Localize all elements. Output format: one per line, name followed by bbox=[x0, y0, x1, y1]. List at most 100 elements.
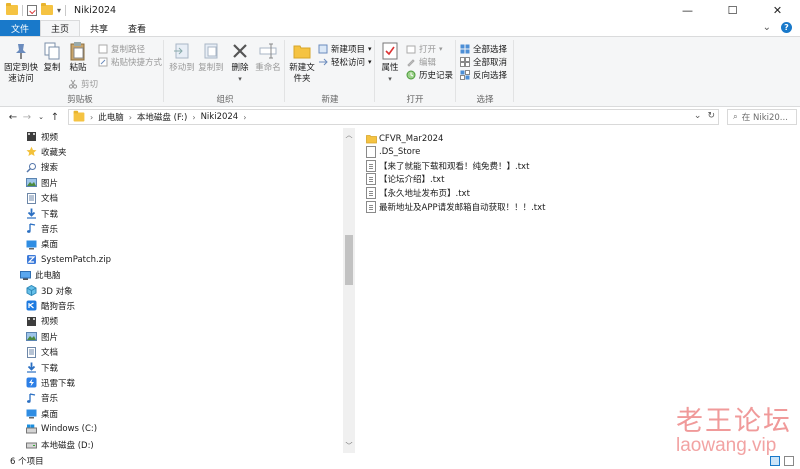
breadcrumb-this-pc[interactable]: 此电脑 bbox=[98, 111, 124, 123]
nav-item[interactable]: 收藏夹 bbox=[26, 144, 67, 159]
nav-item[interactable]: 3D 对象 bbox=[26, 283, 73, 298]
nav-item-label: 视频 bbox=[41, 132, 59, 143]
address-bar[interactable]: › 此电脑 › 本地磁盘 (F:) › Niki2024 › ⌄ ↻ bbox=[68, 109, 719, 125]
delete-button[interactable]: 删除 ▾ bbox=[228, 41, 252, 85]
new-group: 新建文件夹 新建项目 ▾ 轻松访问 ▾ 新建 bbox=[286, 37, 374, 107]
up-icon[interactable]: ↑ bbox=[48, 112, 62, 123]
search-input[interactable]: 在 Niki20... bbox=[742, 111, 788, 123]
breadcrumb-niki2024[interactable]: Niki2024 bbox=[201, 112, 239, 122]
download-icon bbox=[26, 208, 37, 219]
invert-selection-button[interactable]: 反向选择 bbox=[460, 69, 507, 81]
customize-toolbar-dropdown-icon[interactable]: ▾ bbox=[57, 6, 61, 15]
collapse-ribbon-icon[interactable]: ⌄ bbox=[763, 22, 771, 33]
tab-home[interactable]: 主页 bbox=[40, 20, 81, 36]
properties-button[interactable]: 属性 ▾ bbox=[378, 41, 402, 85]
refresh-icon[interactable]: ↻ bbox=[707, 111, 715, 121]
edit-button[interactable]: 编辑 bbox=[406, 56, 436, 68]
nav-item[interactable]: 桌面 bbox=[26, 237, 58, 252]
nav-item[interactable]: Windows (C:) bbox=[26, 422, 97, 437]
tab-view[interactable]: 查看 bbox=[118, 20, 156, 36]
nav-item[interactable]: 此电脑 bbox=[20, 268, 61, 283]
edit-label: 编辑 bbox=[419, 58, 437, 68]
close-button[interactable]: ✕ bbox=[755, 0, 800, 20]
back-icon[interactable]: ← bbox=[6, 112, 20, 123]
pin-quick-access-button[interactable]: 固定到快速访问 bbox=[3, 41, 39, 85]
new-item-icon bbox=[318, 44, 328, 54]
nav-item[interactable]: 图片 bbox=[26, 329, 58, 344]
chevron-right-icon[interactable]: › bbox=[192, 113, 195, 122]
nav-item[interactable]: 搜索 bbox=[26, 160, 58, 175]
move-to-button[interactable]: 移动到 bbox=[167, 41, 197, 74]
ribbon: 固定到快速访问 复制 粘贴 复制路径 粘贴快捷方式 剪切 剪贴板 移动到 复制到… bbox=[0, 36, 800, 107]
search-box[interactable]: ⌕ 在 Niki20... bbox=[727, 109, 797, 125]
open-button[interactable]: 打开 ▾ bbox=[406, 43, 443, 55]
easy-access-button[interactable]: 轻松访问 ▾ bbox=[318, 56, 372, 68]
nav-item[interactable]: 视频 bbox=[26, 314, 58, 329]
zip-icon bbox=[26, 254, 37, 265]
nav-item[interactable]: 音乐 bbox=[26, 221, 58, 236]
nav-item[interactable]: 下载 bbox=[26, 206, 58, 221]
new-folder-button[interactable]: 新建文件夹 bbox=[288, 41, 316, 85]
chevron-right-icon[interactable]: › bbox=[129, 113, 132, 122]
details-view-icon[interactable] bbox=[770, 456, 780, 466]
nav-scrollbar[interactable]: ︿ ﹀ bbox=[343, 128, 355, 453]
nav-item[interactable]: 桌面 bbox=[26, 406, 58, 421]
divider bbox=[513, 40, 514, 102]
folder-icon bbox=[73, 110, 85, 122]
paste-shortcut-button[interactable]: 粘贴快捷方式 bbox=[98, 56, 162, 68]
nav-item[interactable]: 图片 bbox=[26, 175, 58, 190]
breadcrumb-drive-f[interactable]: 本地磁盘 (F:) bbox=[137, 111, 187, 123]
nav-item[interactable]: SystemPatch.zip bbox=[26, 252, 111, 267]
nav-item[interactable]: 文档 bbox=[26, 345, 58, 360]
maximize-button[interactable]: ☐ bbox=[710, 0, 755, 20]
paste-button[interactable]: 粘贴 bbox=[66, 41, 90, 74]
rename-button[interactable]: 重命名 bbox=[253, 41, 283, 74]
history-button[interactable]: 历史记录 bbox=[406, 69, 453, 81]
select-none-button[interactable]: 全部取消 bbox=[460, 56, 507, 68]
tab-share[interactable]: 共享 bbox=[80, 20, 118, 36]
file-name: 【论坛介绍】.txt bbox=[379, 175, 445, 186]
scroll-up-icon[interactable]: ︿ bbox=[343, 130, 355, 140]
file-icon bbox=[366, 146, 376, 159]
properties-quick-icon[interactable] bbox=[27, 4, 37, 16]
chevron-right-icon[interactable]: › bbox=[90, 113, 93, 122]
address-history-dropdown-icon[interactable]: ⌄ bbox=[694, 111, 702, 121]
recent-locations-icon[interactable]: ⌄ bbox=[34, 113, 48, 121]
nav-item-label: SystemPatch.zip bbox=[41, 254, 111, 265]
nav-item[interactable]: 音乐 bbox=[26, 391, 58, 406]
title-bar: ▾ Niki2024 — ☐ ✕ bbox=[0, 0, 800, 20]
music-icon bbox=[26, 223, 37, 234]
nav-item[interactable]: 视频 bbox=[26, 129, 58, 144]
file-item[interactable]: 最新地址及APP请发邮箱自动获取！！！.txt bbox=[366, 200, 545, 213]
scrollbar-thumb[interactable] bbox=[345, 235, 353, 285]
cut-button[interactable]: 剪切 bbox=[68, 78, 98, 90]
select-all-button[interactable]: 全部选择 bbox=[460, 43, 507, 55]
file-item[interactable]: 【来了就能下载和观看！纯免费！】.txt bbox=[366, 159, 529, 172]
forward-icon[interactable]: → bbox=[20, 112, 34, 123]
properties-dropdown-icon[interactable]: ▾ bbox=[378, 74, 402, 85]
file-item[interactable]: .DS_Store bbox=[366, 146, 420, 159]
new-folder-quick-icon[interactable] bbox=[41, 3, 53, 15]
chevron-right-icon[interactable]: › bbox=[243, 113, 246, 122]
nav-item[interactable]: 文档 bbox=[26, 191, 58, 206]
file-item[interactable]: CFVR_Mar2024 bbox=[366, 132, 443, 145]
file-item[interactable]: 【论坛介绍】.txt bbox=[366, 173, 444, 186]
address-actions: ⌄ ↻ bbox=[694, 111, 715, 121]
nav-item[interactable]: 酷狗音乐 bbox=[26, 298, 75, 313]
nav-item[interactable]: 迅雷下载 bbox=[26, 375, 75, 390]
help-icon[interactable]: ? bbox=[781, 22, 792, 33]
copy-to-button[interactable]: 复制到 bbox=[196, 41, 226, 74]
copy-path-button[interactable]: 复制路径 bbox=[98, 43, 145, 55]
file-item[interactable]: 【永久地址发布页】.txt bbox=[366, 186, 470, 199]
nav-item[interactable]: 下载 bbox=[26, 360, 58, 375]
tab-file[interactable]: 文件 bbox=[0, 20, 41, 36]
pin-icon bbox=[11, 41, 31, 61]
history-label: 历史记录 bbox=[419, 71, 454, 81]
scroll-down-icon[interactable]: ﹀ bbox=[343, 441, 355, 451]
nav-item[interactable]: 本地磁盘 (D:) bbox=[26, 437, 94, 452]
minimize-button[interactable]: — bbox=[665, 0, 710, 20]
delete-dropdown-icon[interactable]: ▾ bbox=[228, 74, 252, 85]
copy-button[interactable]: 复制 bbox=[40, 41, 64, 74]
new-item-button[interactable]: 新建项目 ▾ bbox=[318, 43, 372, 55]
large-icons-view-icon[interactable] bbox=[784, 456, 794, 466]
